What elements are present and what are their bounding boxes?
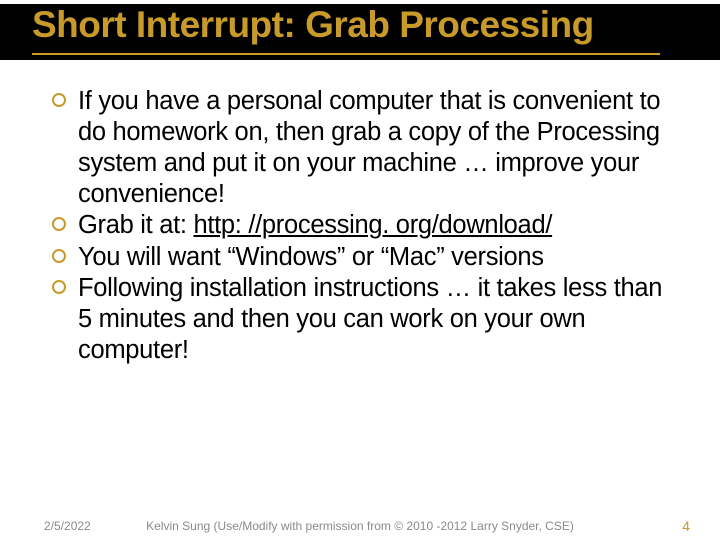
ring-bullet-icon [52, 249, 66, 263]
bullet-item: If you have a personal computer that is … [52, 86, 682, 210]
footer-credit: Kelvin Sung (Use/Modify with permission … [0, 519, 720, 533]
bullet-item: Grab it at: http: //processing. org/down… [52, 210, 682, 241]
slide-title: Short Interrupt: Grab Processing [32, 4, 594, 46]
slide-body: If you have a personal computer that is … [52, 86, 682, 366]
ring-bullet-icon [52, 280, 66, 294]
bullet-text: If you have a personal computer that is … [78, 87, 660, 208]
ring-bullet-icon [52, 93, 66, 107]
bullet-item: Following installation instructions … it… [52, 273, 682, 366]
bullet-text: Following installation instructions … it… [78, 274, 662, 364]
bullet-item: You will want “Windows” or “Mac” version… [52, 242, 682, 273]
bullet-text: Grab it at: [78, 211, 193, 239]
title-bar: Short Interrupt: Grab Processing [0, 4, 720, 60]
bullet-text: You will want “Windows” or “Mac” version… [78, 243, 544, 271]
download-link[interactable]: http: //processing. org/download/ [193, 211, 552, 239]
ring-bullet-icon [52, 217, 66, 231]
title-underline [32, 53, 660, 55]
slide: Short Interrupt: Grab Processing If you … [0, 0, 720, 540]
page-number: 4 [682, 518, 690, 534]
